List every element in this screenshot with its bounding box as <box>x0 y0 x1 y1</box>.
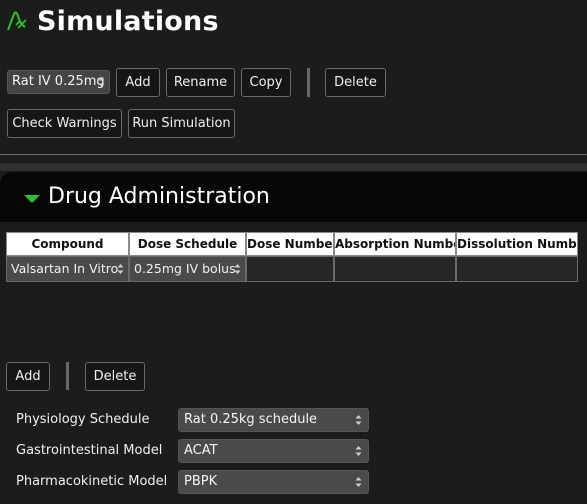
dissolution-number-cell[interactable] <box>456 256 578 282</box>
column-header-absorption-number[interactable]: Absorption Number <box>334 232 456 256</box>
simulation-select-value: Rat IV 0.25mg <box>12 74 105 89</box>
toolbar-separator <box>307 68 310 97</box>
column-header-dissolution-number[interactable]: Dissolution Number <box>456 232 578 256</box>
up-down-arrows-icon <box>355 477 362 487</box>
gastrointestinal-model-value: ACAT <box>184 443 218 458</box>
simulation-select[interactable]: Rat IV 0.25mg <box>7 70 110 94</box>
up-down-arrows-icon <box>234 264 241 274</box>
actions-separator <box>66 362 69 390</box>
dose-schedule-cell-select[interactable]: 0.25mg IV bolus <box>129 256 246 282</box>
physiology-schedule-value: Rat 0.25kg schedule <box>184 412 318 427</box>
compound-cell-select[interactable]: Valsartan In Vitro <box>6 256 129 282</box>
up-down-arrows-icon <box>355 446 362 456</box>
section-band <box>0 163 587 171</box>
up-down-arrows-icon <box>98 77 105 87</box>
copy-simulation-button[interactable]: Copy <box>241 68 291 97</box>
gastrointestinal-model-label: Gastrointestinal Model <box>16 443 163 458</box>
dose-number-cell[interactable] <box>246 256 334 282</box>
run-simulation-button[interactable]: Run Simulation <box>128 109 235 138</box>
add-simulation-button[interactable]: Add <box>116 68 160 97</box>
add-row-button[interactable]: Add <box>6 362 50 391</box>
simulation-curve-icon <box>7 11 27 31</box>
toolbar-divider <box>0 154 587 155</box>
column-header-compound[interactable]: Compound <box>6 232 129 256</box>
pharmacokinetic-model-label: Pharmacokinetic Model <box>16 474 168 489</box>
section-title: Drug Administration <box>48 184 270 209</box>
page-title: Simulations <box>37 6 219 37</box>
rename-simulation-button[interactable]: Rename <box>166 68 235 97</box>
delete-simulation-button[interactable]: Delete <box>325 68 386 97</box>
gastrointestinal-model-select[interactable]: ACAT <box>178 439 369 463</box>
delete-row-button[interactable]: Delete <box>85 362 145 391</box>
up-down-arrows-icon <box>355 415 362 425</box>
triangle-down-icon[interactable] <box>24 195 40 203</box>
pharmacokinetic-model-value: PBPK <box>184 474 218 489</box>
physiology-schedule-select[interactable]: Rat 0.25kg schedule <box>178 408 369 432</box>
check-warnings-button[interactable]: Check Warnings <box>7 109 122 138</box>
column-header-dose-schedule[interactable]: Dose Schedule <box>129 232 246 256</box>
absorption-number-cell[interactable] <box>334 256 456 282</box>
physiology-schedule-label: Physiology Schedule <box>16 412 150 427</box>
dose-schedule-cell-value: 0.25mg IV bolus <box>134 261 236 276</box>
compound-cell-value: Valsartan In Vitro <box>11 261 119 276</box>
column-header-dose-number[interactable]: Dose Number <box>246 232 334 256</box>
up-down-arrows-icon <box>117 264 124 274</box>
pharmacokinetic-model-select[interactable]: PBPK <box>178 470 369 494</box>
